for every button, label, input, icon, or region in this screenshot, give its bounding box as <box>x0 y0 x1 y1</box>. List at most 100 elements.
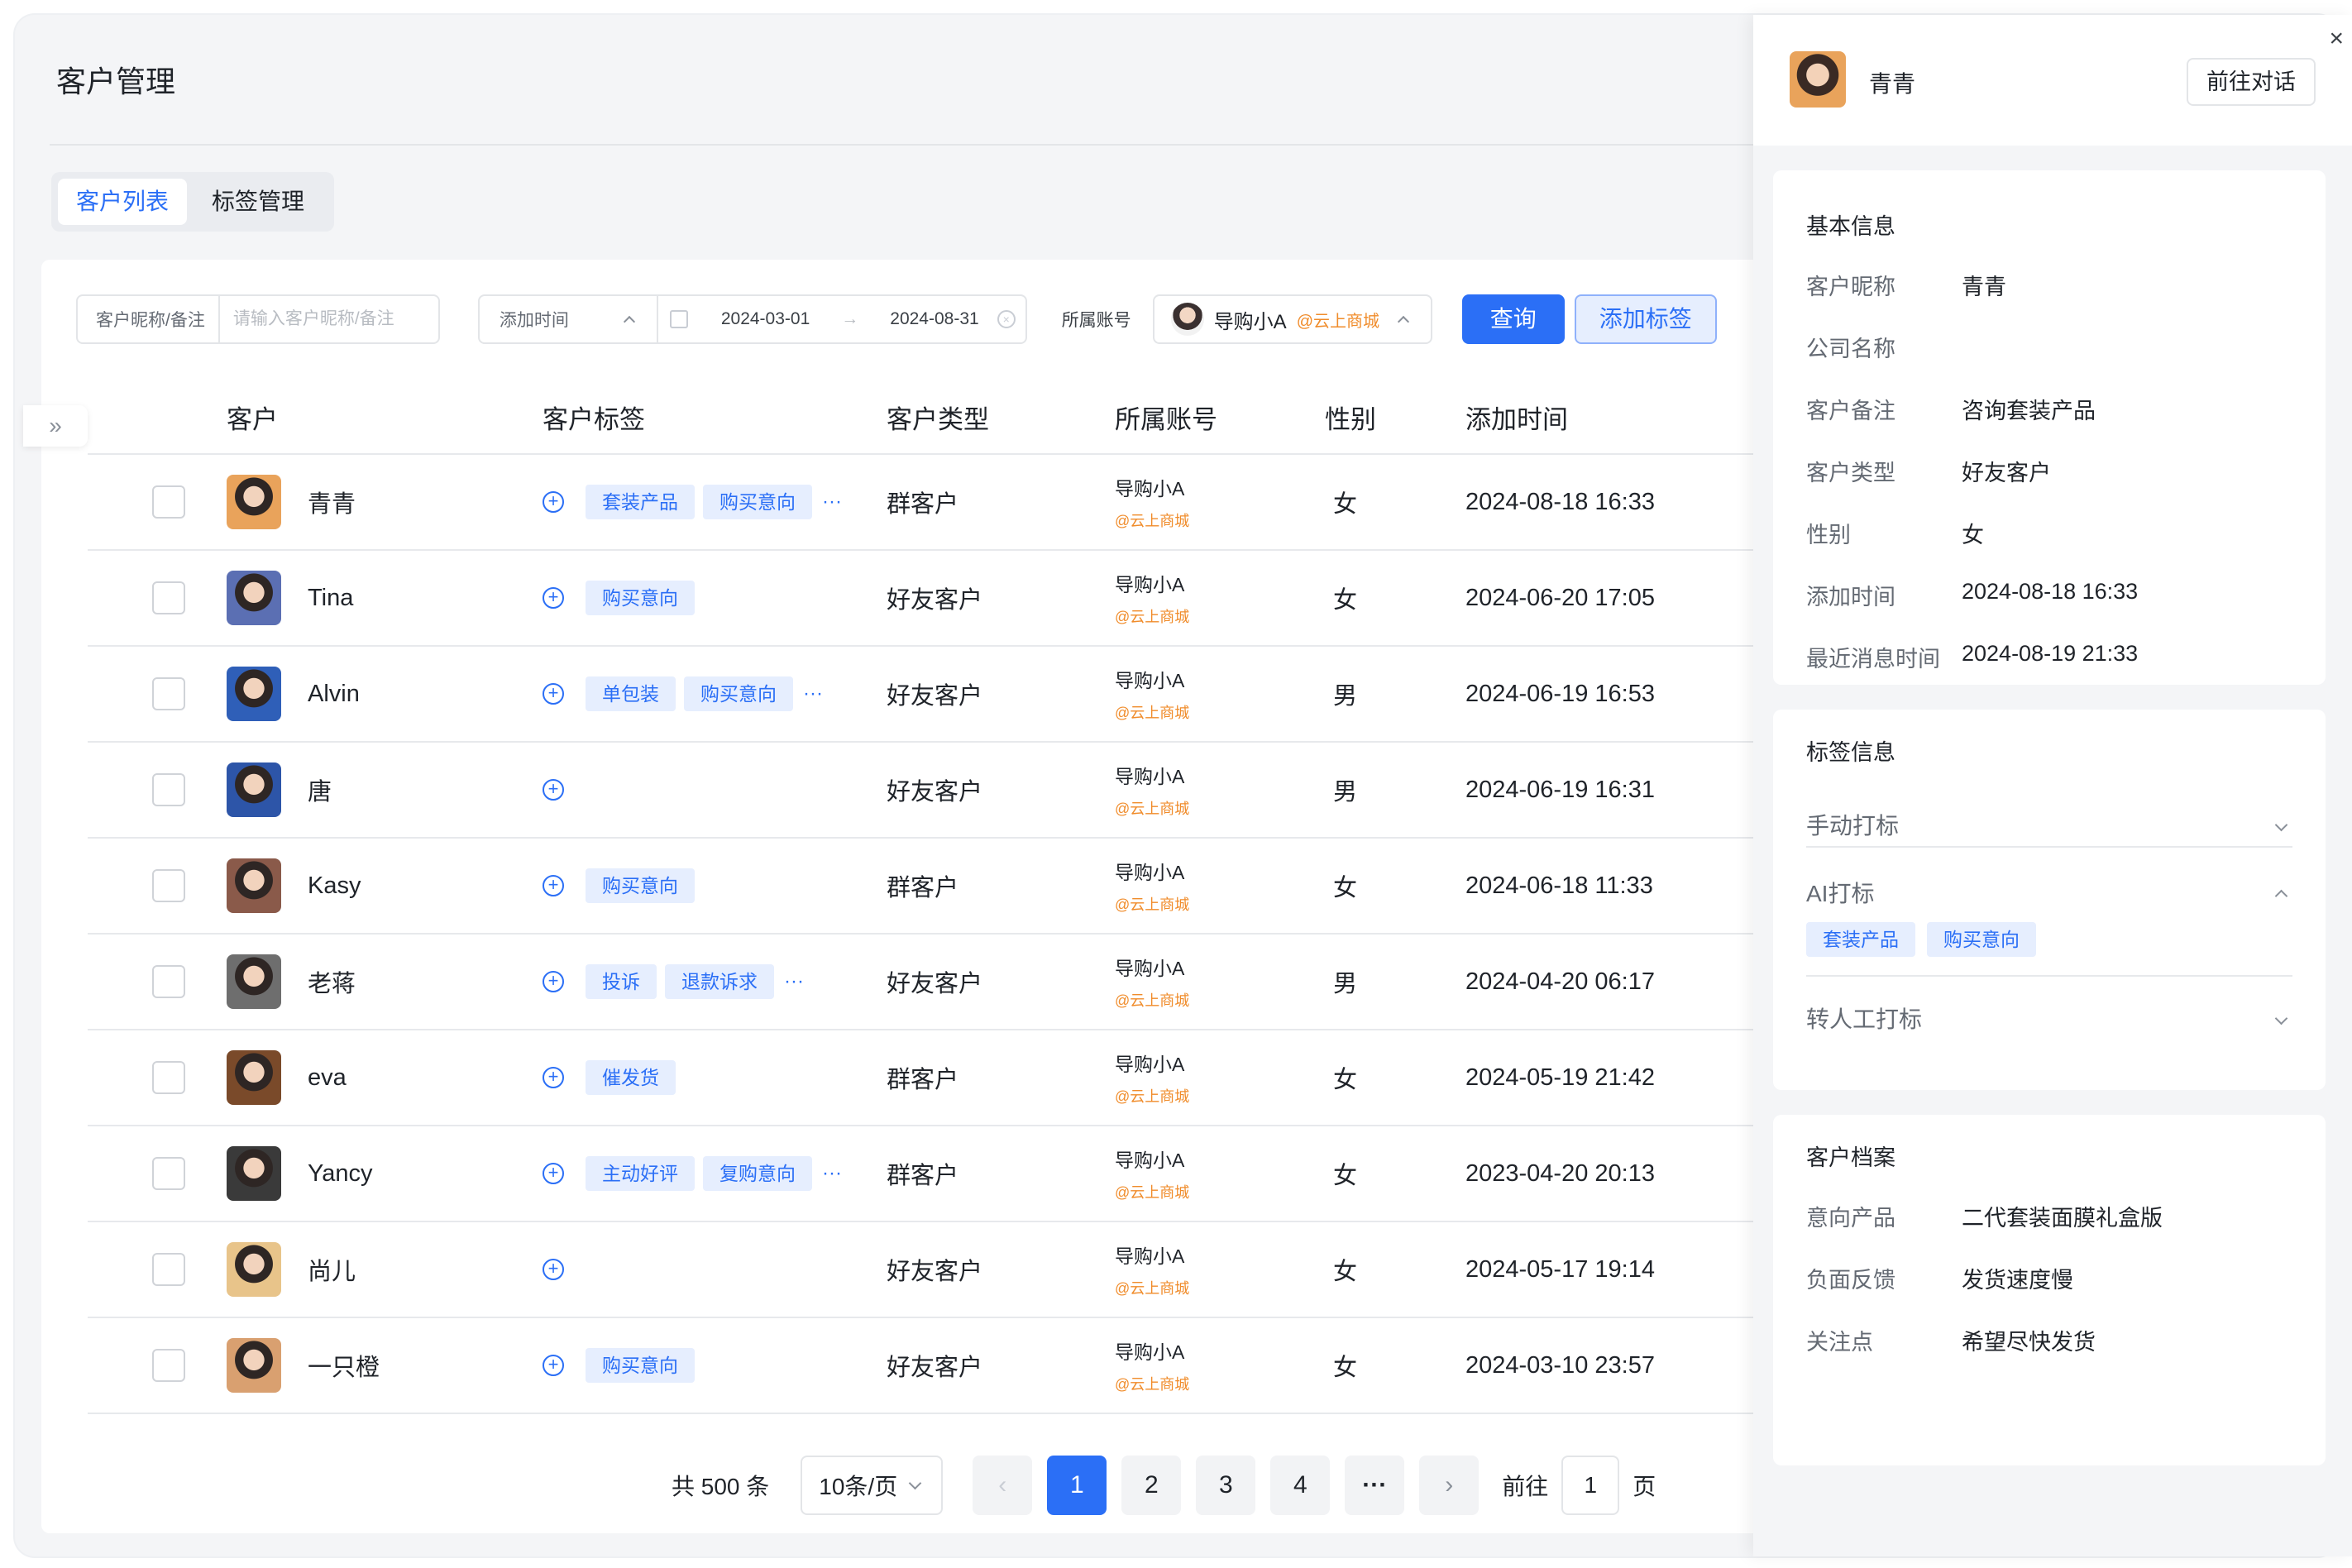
more-pages-button[interactable]: ··· <box>1345 1456 1405 1515</box>
clear-icon[interactable]: × <box>997 310 1016 328</box>
add-tag-icon[interactable]: + <box>543 1067 564 1088</box>
pagination: 共 500 条 10条/页 ‹ 1 2 3 4 ··· › 前往 1 页 <box>672 1456 1656 1515</box>
table-row[interactable]: 唐 + 好友客户 导购小A @云上商城 男 2024-06-19 16:31 <box>88 743 1755 839</box>
customer-tag[interactable]: 购买意向 <box>703 485 812 519</box>
account-cell: 导购小A @云上商城 <box>1115 953 1325 1011</box>
profile-card: 客户档案 意向产品 二代套装面膜礼盒版 负面反馈 发货速度慢 关注点 希望尽快发货 <box>1773 1115 2326 1465</box>
table-row[interactable]: Alvin + 单包装 购买意向 ··· 好友客户 导购小A @云上商城 男 2024-06-19… <box>88 647 1755 743</box>
table-row[interactable]: 青青 + 套装产品 购买意向 ··· 群客户 导购小A @云上商城 女 2024-08-18 16… <box>88 455 1755 551</box>
page-4-button[interactable]: 4 <box>1270 1456 1331 1515</box>
add-tag-icon[interactable]: + <box>543 1163 564 1184</box>
tab-tag-management[interactable]: 标签管理 <box>194 179 323 225</box>
customer-name[interactable]: 唐 <box>308 772 332 807</box>
row-checkbox[interactable] <box>152 581 185 614</box>
row-checkbox[interactable] <box>152 1253 185 1286</box>
customer-tag[interactable]: 购买意向 <box>684 676 793 711</box>
goto-page-input[interactable]: 1 <box>1561 1456 1620 1515</box>
customer-tag[interactable]: 单包装 <box>586 676 676 711</box>
account-cell: 导购小A @云上商城 <box>1115 569 1325 627</box>
customer-name[interactable]: Yancy <box>308 1160 372 1188</box>
filter-bar: 客户昵称/备注 添加时间 2024-03-01 → 2024-08-31 × 所… <box>76 294 1717 344</box>
table-row[interactable]: Kasy + 购买意向 群客户 导购小A @云上商城 女 2024-06-18 11:33 <box>88 839 1755 935</box>
ai-tag-section[interactable]: AI打标 套装产品 购买意向 <box>1806 848 2292 977</box>
add-tag-icon[interactable]: + <box>543 779 564 801</box>
human-tag-label: 转人工打标 <box>1806 1006 1923 1032</box>
customer-tag[interactable]: 购买意向 <box>586 868 695 903</box>
page-1-button[interactable]: 1 <box>1047 1456 1107 1515</box>
customer-name[interactable]: Kasy <box>308 872 361 900</box>
double-chevron-right-icon[interactable]: » <box>23 405 88 447</box>
more-tags-icon[interactable]: ··· <box>784 970 804 993</box>
time-type-select[interactable]: 添加时间 <box>480 296 658 342</box>
row-checkbox[interactable] <box>152 1061 185 1094</box>
add-tag-icon[interactable]: + <box>543 1259 564 1280</box>
customer-tag[interactable]: 投诉 <box>586 964 657 999</box>
goto-chat-button[interactable]: 前往对话 <box>2187 58 2316 106</box>
customer-name[interactable]: 尚儿 <box>308 1252 356 1287</box>
page-size-select[interactable]: 10条/页 <box>801 1456 944 1515</box>
account-select[interactable]: 导购小A @云上商城 <box>1152 294 1432 344</box>
customer-name[interactable]: 老蒋 <box>308 964 356 999</box>
page-3-button[interactable]: 3 <box>1196 1456 1256 1515</box>
customer-cell: 青青 <box>227 475 543 529</box>
table-row[interactable]: 一只橙 + 购买意向 好友客户 导购小A @云上商城 女 2024-03-10 23:57 <box>88 1318 1755 1414</box>
customer-name[interactable]: Tina <box>308 585 353 612</box>
next-page-button[interactable]: › <box>1419 1456 1480 1515</box>
customer-tag[interactable]: 购买意向 <box>586 1348 695 1383</box>
prev-page-button[interactable]: ‹ <box>973 1456 1033 1515</box>
account-name: 导购小A <box>1115 1341 1185 1363</box>
customer-type: 好友客户 <box>887 779 983 806</box>
customer-tag[interactable]: 退款诉求 <box>665 964 774 999</box>
gender: 女 <box>1333 1067 1358 1093</box>
more-tags-icon[interactable]: ··· <box>822 1162 842 1185</box>
row-checkbox[interactable] <box>152 965 185 998</box>
table-row[interactable]: eva + 催发货 群客户 导购小A @云上商城 女 2024-05-19 21:42 <box>88 1030 1755 1126</box>
customer-tag[interactable]: 催发货 <box>586 1060 676 1095</box>
customer-type: 群客户 <box>887 491 959 518</box>
table-row[interactable]: 尚儿 + 好友客户 导购小A @云上商城 女 2024-05-17 19:14 <box>88 1222 1755 1318</box>
tags-cell: + <box>543 779 887 801</box>
manual-tag-section[interactable]: 手动打标 <box>1806 767 2292 848</box>
date-end[interactable]: 2024-08-31 <box>878 309 990 329</box>
add-tag-icon[interactable]: + <box>543 491 564 513</box>
close-icon[interactable]: × <box>2329 25 2344 53</box>
row-checkbox-cell <box>88 869 227 902</box>
row-checkbox[interactable] <box>152 677 185 710</box>
more-tags-icon[interactable]: ··· <box>822 490 842 514</box>
table-row[interactable]: Tina + 购买意向 好友客户 导购小A @云上商城 女 2024-06-20 17:05 <box>88 551 1755 647</box>
add-tag-icon[interactable]: + <box>543 587 564 609</box>
row-checkbox[interactable] <box>152 1157 185 1190</box>
row-checkbox[interactable] <box>152 869 185 902</box>
add-tag-icon[interactable]: + <box>543 683 564 705</box>
more-tags-icon[interactable]: ··· <box>803 682 823 705</box>
page-2-button[interactable]: 2 <box>1121 1456 1182 1515</box>
add-tag-icon[interactable]: + <box>543 875 564 896</box>
header-gender: 性别 <box>1325 404 1376 434</box>
add-tag-icon[interactable]: + <box>543 971 564 992</box>
query-button[interactable]: 查询 <box>1461 294 1565 344</box>
customer-name[interactable]: eva <box>308 1064 347 1092</box>
customer-tag[interactable]: 复购意向 <box>703 1156 812 1191</box>
add-tag-button[interactable]: 添加标签 <box>1574 294 1717 344</box>
tags-cell: + 套装产品 购买意向 ··· <box>543 485 887 519</box>
table-row[interactable]: Yancy + 主动好评 复购意向 ··· 群客户 导购小A @云上商城 女 2023-04-20… <box>88 1126 1755 1222</box>
ai-tag[interactable]: 套装产品 <box>1806 922 1915 957</box>
account-name: 导购小A <box>1115 478 1185 500</box>
customer-name[interactable]: 一只橙 <box>308 1348 380 1383</box>
ai-tag[interactable]: 购买意向 <box>1927 922 2036 957</box>
nickname-input[interactable] <box>219 309 438 329</box>
tab-customer-list[interactable]: 客户列表 <box>58 179 188 225</box>
row-checkbox[interactable] <box>152 1349 185 1382</box>
date-start[interactable]: 2024-03-01 <box>710 309 821 329</box>
customer-name[interactable]: 青青 <box>308 485 356 519</box>
customer-name[interactable]: Alvin <box>308 681 360 708</box>
row-checkbox[interactable] <box>152 485 185 519</box>
account-name: 导购小A <box>1115 574 1185 595</box>
row-checkbox[interactable] <box>152 773 185 806</box>
table-row[interactable]: 老蒋 + 投诉 退款诉求 ··· 好友客户 导购小A @云上商城 男 2024-04-20 06:… <box>88 935 1755 1030</box>
customer-tag[interactable]: 套装产品 <box>586 485 695 519</box>
customer-tag[interactable]: 主动好评 <box>586 1156 695 1191</box>
customer-tag[interactable]: 购买意向 <box>586 581 695 615</box>
add-tag-icon[interactable]: + <box>543 1355 564 1376</box>
human-tag-section[interactable]: 转人工打标 <box>1806 977 2292 1035</box>
